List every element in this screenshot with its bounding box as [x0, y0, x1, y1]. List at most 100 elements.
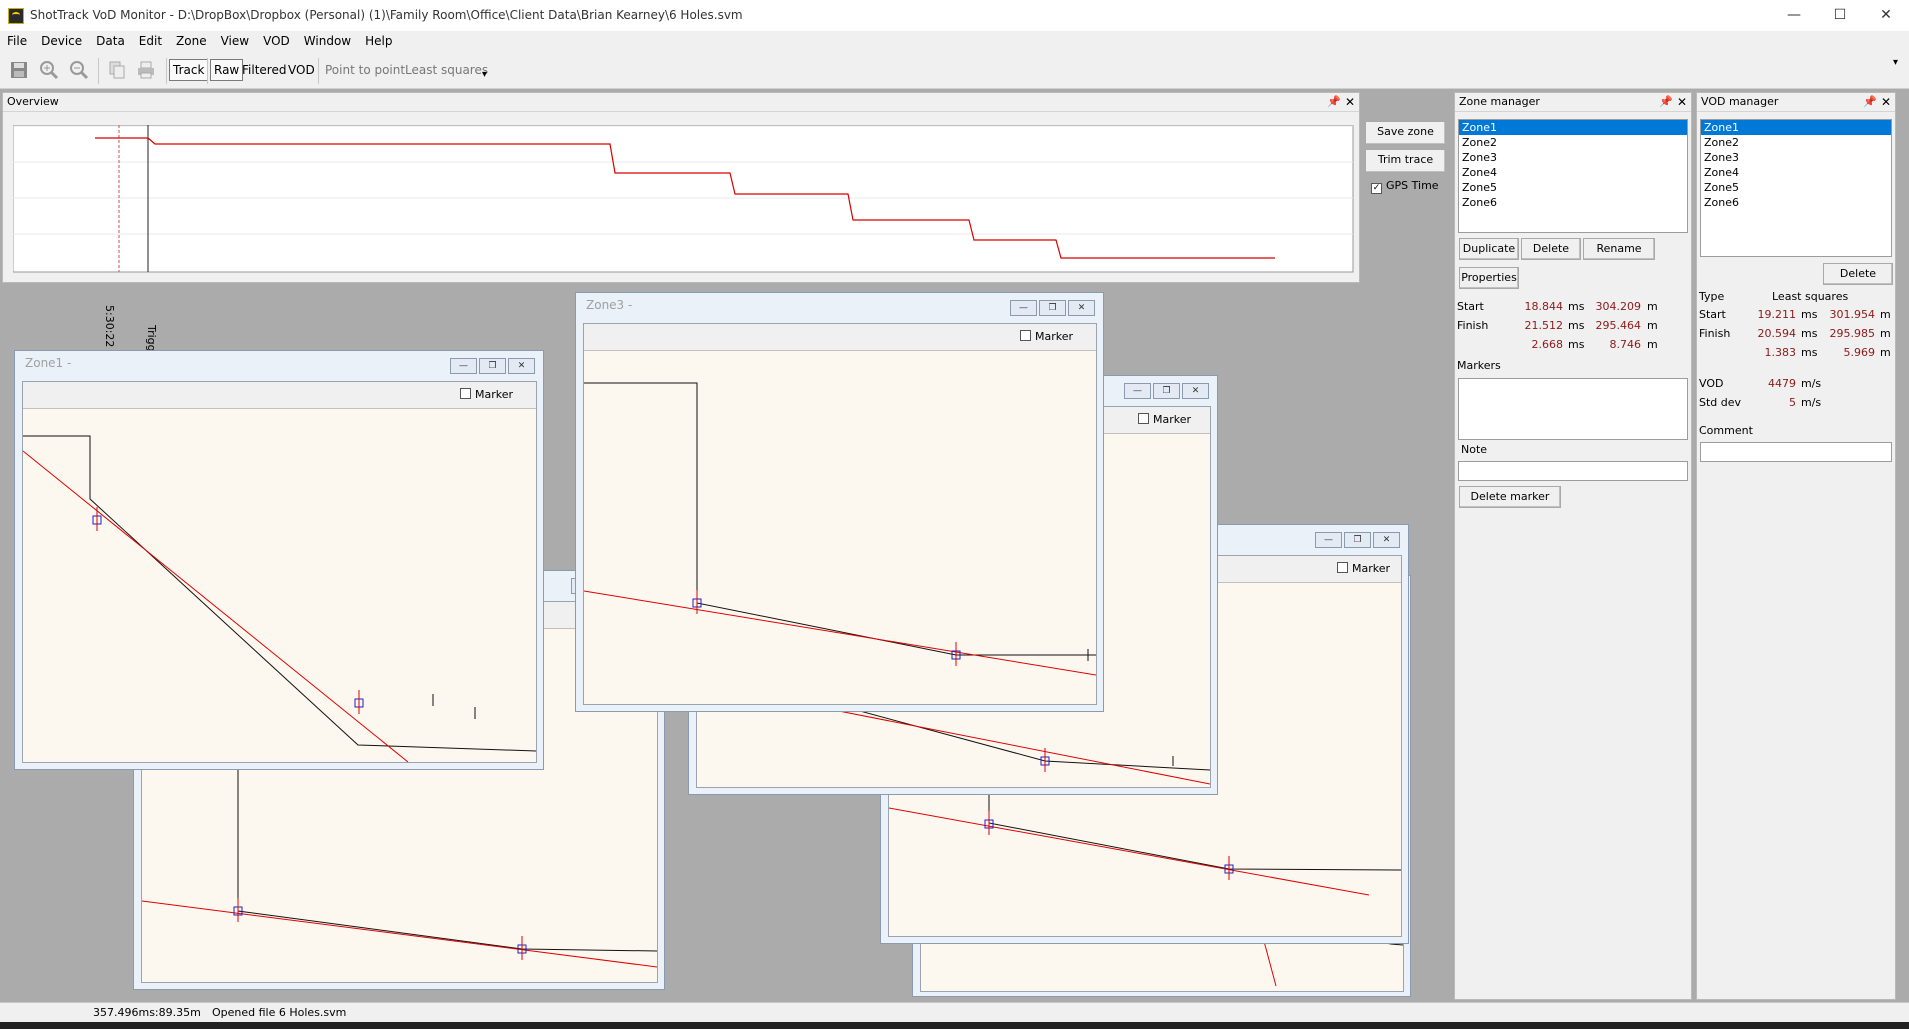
menu-view[interactable]: View	[214, 31, 256, 48]
minimize-icon[interactable]: —	[1315, 532, 1342, 548]
close-icon[interactable]: ✕	[508, 358, 535, 374]
menu-device[interactable]: Device	[34, 31, 89, 48]
minimize-button[interactable]: —	[1771, 0, 1817, 31]
list-item[interactable]: Zone3	[1459, 150, 1687, 165]
marker-checkbox[interactable]: Marker	[460, 388, 513, 401]
minimize-icon[interactable]: —	[450, 358, 477, 374]
vod-toggle[interactable]: VOD	[288, 63, 315, 77]
zone-trace[interactable]	[584, 351, 1096, 704]
list-item[interactable]: Zone4	[1701, 165, 1891, 180]
menu-window[interactable]: Window	[297, 31, 358, 48]
list-item[interactable]: Zone5	[1701, 180, 1891, 195]
restore-icon[interactable]: ❐	[479, 358, 506, 374]
menu-help[interactable]: Help	[358, 31, 399, 48]
close-icon[interactable]: ✕	[1677, 93, 1687, 111]
close-icon[interactable]: ✕	[1373, 532, 1400, 548]
list-item[interactable]: Zone1	[1459, 120, 1687, 135]
unit-m: m	[1880, 308, 1891, 321]
zone-plot[interactable]: Marker	[583, 323, 1097, 705]
zone-trace[interactable]	[23, 409, 536, 762]
restore-icon[interactable]: ❐	[1039, 300, 1066, 316]
list-item[interactable]: Zone4	[1459, 165, 1687, 180]
zone-manager-header: Zone manager 📌 ✕	[1455, 93, 1691, 112]
marker-checkbox[interactable]: Marker	[1138, 413, 1191, 426]
note-input[interactable]	[1458, 461, 1688, 481]
save-icon[interactable]	[8, 60, 30, 82]
pin-icon[interactable]: 📌	[1863, 93, 1877, 111]
zone-plot[interactable]: Marker	[22, 381, 537, 763]
minimize-icon[interactable]: —	[1124, 383, 1151, 399]
zone1-title: Zone1 -	[25, 356, 72, 370]
marker-check-icon[interactable]	[1337, 562, 1348, 573]
markers-list[interactable]	[1458, 378, 1688, 440]
maximize-button[interactable]: ☐	[1817, 0, 1863, 31]
close-icon[interactable]: ✕	[1182, 383, 1209, 399]
pin-icon[interactable]: 📌	[1659, 93, 1673, 111]
vod-value: 4479	[1768, 377, 1796, 390]
list-item[interactable]: Zone6	[1701, 195, 1891, 210]
zone-window[interactable]: Zone3 - — ❐ ✕ Marker	[575, 292, 1104, 712]
marker-check-icon[interactable]	[460, 388, 471, 399]
zoom-out-icon[interactable]	[68, 60, 90, 82]
print-icon[interactable]	[135, 60, 157, 82]
marker-checkbox[interactable]: Marker	[1020, 330, 1073, 343]
zoom-in-icon[interactable]	[38, 60, 60, 82]
menu-overflow-icon[interactable]: ▾	[1893, 57, 1898, 68]
duplicate-button[interactable]: Duplicate	[1459, 238, 1519, 260]
toolbar-overflow-icon[interactable]: ▾	[482, 69, 487, 80]
menu-edit[interactable]: Edit	[132, 31, 169, 48]
menu-file[interactable]: File	[0, 31, 34, 48]
list-item[interactable]: Zone2	[1701, 135, 1891, 150]
zone-manager-panel: Zone manager 📌 ✕ Zone1 Zone2 Zone3 Zone4…	[1454, 92, 1692, 1000]
unit-m: m	[1647, 319, 1658, 332]
raw-toggle[interactable]: Raw	[210, 59, 244, 81]
point-to-point-toggle[interactable]: Point to point	[325, 63, 405, 77]
list-item[interactable]: Zone5	[1459, 180, 1687, 195]
copy-icon[interactable]	[106, 60, 128, 82]
restore-icon[interactable]: ❐	[1153, 383, 1180, 399]
comment-input[interactable]	[1700, 442, 1892, 462]
restore-icon[interactable]: ❐	[1344, 532, 1371, 548]
zone-window[interactable]: Zone1 - — ❐ ✕ Marker	[14, 350, 544, 770]
close-icon[interactable]: ✕	[1881, 93, 1891, 111]
delete-marker-button[interactable]: Delete marker	[1459, 486, 1561, 508]
menu-vod[interactable]: VOD	[256, 31, 297, 48]
list-item[interactable]: Zone2	[1459, 135, 1687, 150]
gps-time-label: GPS Time	[1386, 179, 1439, 192]
marker-checkbox[interactable]: Marker	[1337, 562, 1390, 575]
menu-zone[interactable]: Zone	[169, 31, 214, 48]
properties-button[interactable]: Properties	[1459, 267, 1519, 289]
zone-plot-toolbar: Marker	[584, 324, 1096, 351]
finish-m-value: 295.464	[1595, 319, 1642, 332]
minimize-icon[interactable]: —	[1010, 300, 1037, 316]
list-item[interactable]: Zone1	[1701, 120, 1891, 135]
trim-trace-button[interactable]: Trim trace	[1365, 149, 1446, 173]
overview-plot[interactable]	[13, 125, 1355, 273]
list-item[interactable]: Zone6	[1459, 195, 1687, 210]
overview-header: Overview 📌 ✕	[3, 93, 1359, 112]
zone-list[interactable]: Zone1 Zone2 Zone3 Zone4 Zone5 Zone6	[1458, 119, 1688, 233]
pin-icon[interactable]: 📌	[1327, 93, 1341, 111]
delete-zone-button[interactable]: Delete	[1521, 238, 1581, 260]
save-zone-button[interactable]: Save zone	[1365, 121, 1446, 145]
marker-check-icon[interactable]	[1020, 330, 1031, 341]
finish-m-value: 295.985	[1829, 327, 1876, 340]
rename-button[interactable]: Rename	[1583, 238, 1655, 260]
delete-vod-button[interactable]: Delete	[1823, 263, 1893, 285]
menu-bar: File Device Data Edit Zone View VOD Window Help	[0, 31, 1909, 53]
stddev-value: 5	[1789, 396, 1796, 409]
gps-time-check-icon[interactable]: ✓	[1371, 183, 1382, 194]
filtered-toggle[interactable]: Filtered	[242, 63, 286, 77]
list-item[interactable]: Zone3	[1701, 150, 1891, 165]
track-toggle[interactable]: Track	[169, 59, 209, 81]
close-button[interactable]: ✕	[1863, 0, 1909, 31]
menu-data[interactable]: Data	[89, 31, 132, 48]
markers-label: Markers	[1457, 359, 1501, 372]
gps-time-checkbox[interactable]: ✓ GPS Time	[1371, 179, 1439, 194]
start-m-value: 301.954	[1829, 308, 1876, 321]
close-icon[interactable]: ✕	[1068, 300, 1095, 316]
least-squares-toggle[interactable]: Least squares	[405, 63, 488, 77]
vod-zone-list[interactable]: Zone1 Zone2 Zone3 Zone4 Zone5 Zone6	[1700, 119, 1892, 257]
marker-check-icon[interactable]	[1138, 413, 1149, 424]
close-icon[interactable]: ✕	[1345, 93, 1355, 111]
